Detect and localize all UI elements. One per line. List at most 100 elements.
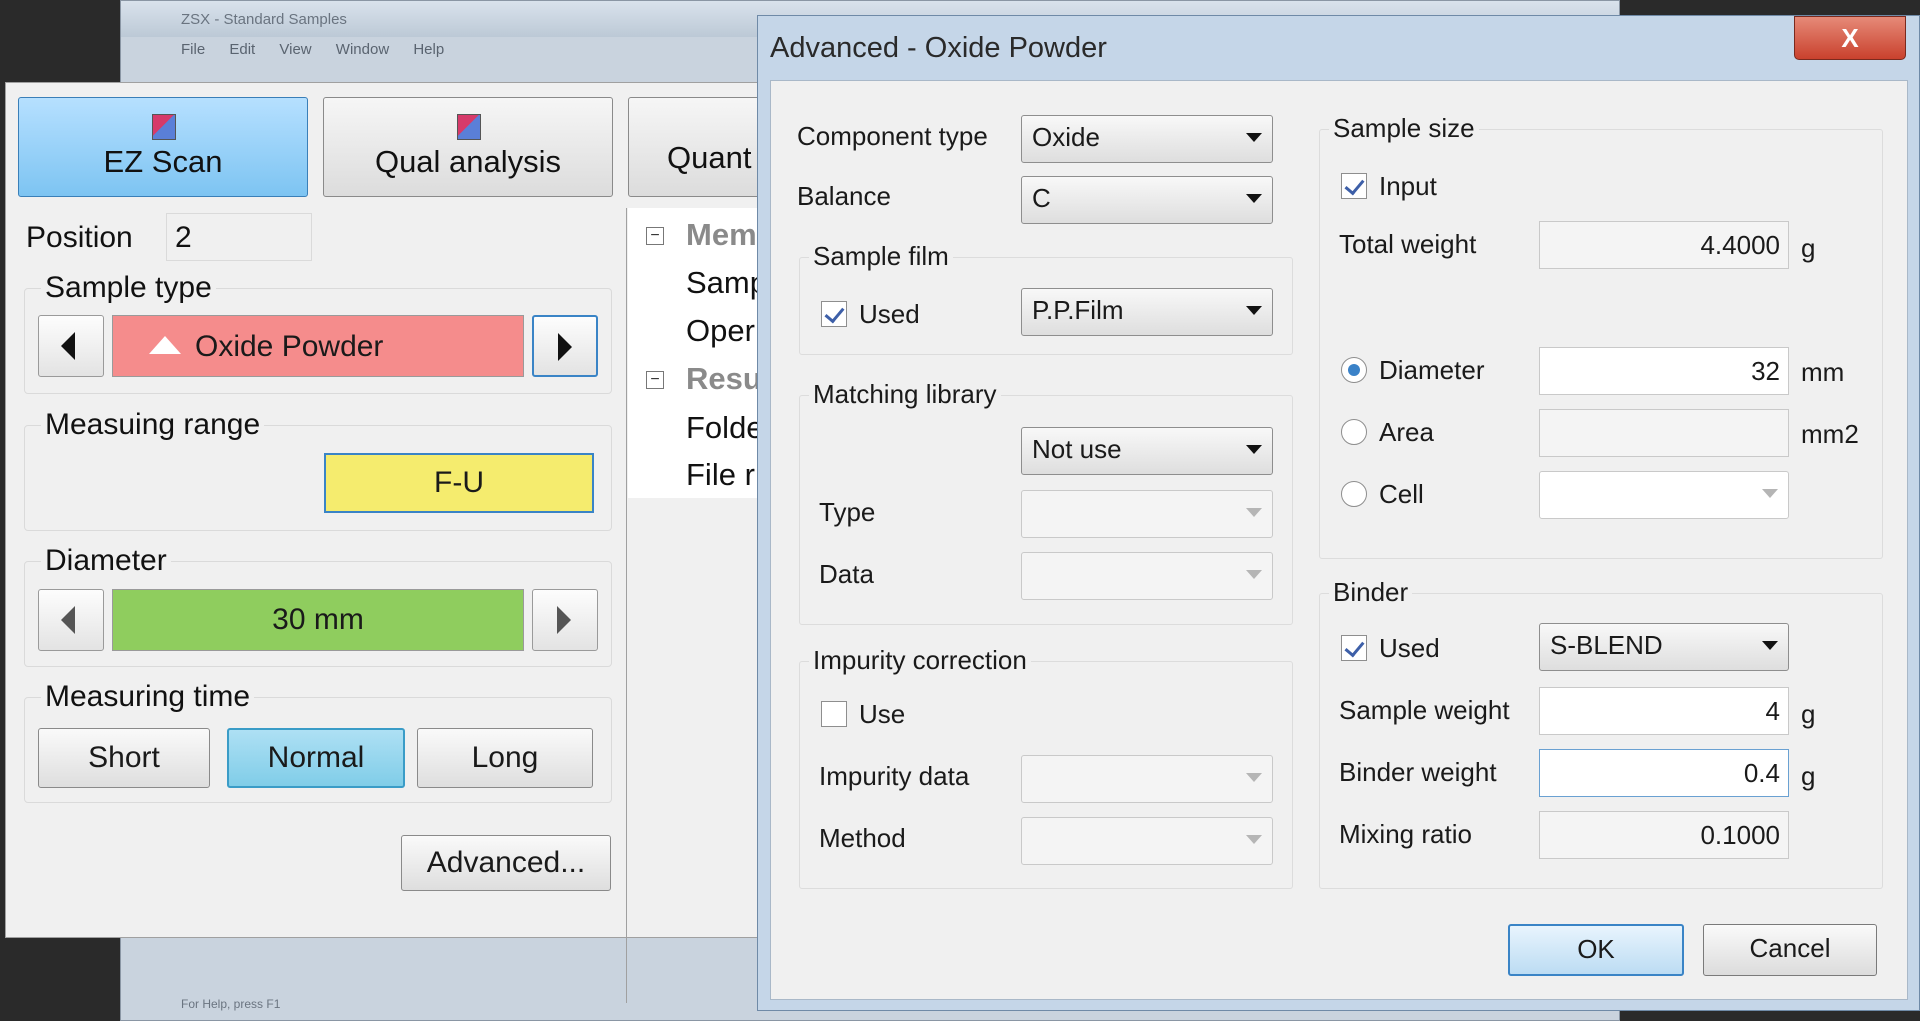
sample-weight-label: Sample weight bbox=[1339, 695, 1510, 725]
balance-value: C bbox=[1032, 183, 1051, 213]
matching-library-value: Not use bbox=[1032, 434, 1122, 464]
ok-button[interactable]: OK bbox=[1508, 924, 1684, 976]
diameter-prev-button[interactable] bbox=[38, 589, 104, 651]
mixing-ratio-value: 0.1000 bbox=[1700, 820, 1780, 850]
type-select[interactable] bbox=[1021, 490, 1273, 538]
time-long-button[interactable]: Long bbox=[417, 728, 593, 788]
close-icon: X bbox=[1841, 23, 1859, 53]
arrow-right-icon bbox=[558, 333, 572, 361]
checkmark-icon bbox=[1344, 636, 1365, 658]
arrow-left-icon bbox=[61, 332, 75, 360]
cancel-button[interactable]: Cancel bbox=[1703, 924, 1877, 976]
cell-radio-label: Cell bbox=[1379, 479, 1424, 509]
diameter-value[interactable]: 30 mm bbox=[112, 589, 524, 651]
total-weight-value: 4.4000 bbox=[1700, 230, 1780, 260]
sample-weight-value: 4 bbox=[1765, 696, 1780, 726]
background-window-title: ZSX - Standard Samples bbox=[181, 11, 347, 28]
diameter-radio-label: Diameter bbox=[1379, 355, 1485, 385]
measuring-range-value[interactable]: F-U bbox=[324, 453, 594, 513]
impurity-data-select[interactable] bbox=[1021, 755, 1273, 803]
menu-help[interactable]: Help bbox=[413, 41, 444, 58]
chevron-down-icon bbox=[1762, 641, 1778, 650]
component-type-value: Oxide bbox=[1032, 122, 1100, 152]
tab-ez-scan[interactable]: EZ Scan bbox=[18, 97, 308, 197]
diameter-unit: mm bbox=[1801, 357, 1845, 387]
tree-section-result[interactable]: Resu bbox=[686, 361, 762, 397]
menu-view[interactable]: View bbox=[279, 41, 311, 58]
mixing-ratio-label: Mixing ratio bbox=[1339, 819, 1472, 849]
binder-select[interactable]: S-BLEND bbox=[1539, 623, 1789, 671]
matching-library-select[interactable]: Not use bbox=[1021, 427, 1273, 475]
ez-scan-icon bbox=[148, 112, 178, 140]
chevron-down-icon bbox=[1246, 445, 1262, 454]
matching-library-title: Matching library bbox=[809, 379, 1001, 410]
tree-item-sample[interactable]: Samp bbox=[686, 265, 767, 301]
total-weight-unit: g bbox=[1801, 233, 1816, 263]
sample-type-value-bar[interactable]: Oxide Powder bbox=[112, 315, 524, 377]
sample-film-used-label: Used bbox=[859, 299, 920, 329]
balance-select[interactable]: C bbox=[1021, 176, 1273, 224]
binder-used-checkbox[interactable] bbox=[1341, 635, 1367, 661]
impurity-use-checkbox[interactable] bbox=[821, 701, 847, 727]
chevron-down-icon bbox=[1246, 133, 1262, 142]
binder-used-label: Used bbox=[1379, 633, 1440, 663]
arrow-right-icon bbox=[557, 606, 571, 634]
menu-edit[interactable]: Edit bbox=[229, 41, 255, 58]
component-type-label: Component type bbox=[797, 121, 988, 151]
checkmark-icon bbox=[824, 302, 845, 324]
chevron-down-icon bbox=[1762, 489, 1778, 498]
sample-type-label: Sample type bbox=[41, 271, 216, 305]
data-label: Data bbox=[819, 559, 874, 589]
component-type-select[interactable]: Oxide bbox=[1021, 115, 1273, 163]
tree-section-member[interactable]: Mem bbox=[686, 217, 757, 253]
time-normal-button[interactable]: Normal bbox=[227, 728, 405, 788]
sample-type-next-button[interactable] bbox=[532, 315, 598, 377]
area-field[interactable] bbox=[1539, 409, 1789, 457]
area-radio-label: Area bbox=[1379, 417, 1434, 447]
area-unit: mm2 bbox=[1801, 419, 1859, 449]
method-select[interactable] bbox=[1021, 817, 1273, 865]
tree-item-operator[interactable]: Oper bbox=[686, 313, 755, 349]
checkmark-icon bbox=[1344, 174, 1365, 196]
total-weight-label: Total weight bbox=[1339, 229, 1477, 259]
menu-file[interactable]: File bbox=[181, 41, 205, 58]
tree-item-folder[interactable]: Folde bbox=[686, 410, 764, 446]
time-short-button[interactable]: Short bbox=[38, 728, 210, 788]
position-field[interactable]: 2 bbox=[166, 213, 312, 261]
sample-film-used-checkbox[interactable] bbox=[821, 301, 847, 327]
chevron-down-icon bbox=[1246, 773, 1262, 782]
area-radio[interactable] bbox=[1341, 419, 1367, 445]
data-select[interactable] bbox=[1021, 552, 1273, 600]
sample-weight-field[interactable]: 4 bbox=[1539, 687, 1789, 735]
menu-window[interactable]: Window bbox=[336, 41, 389, 58]
mixing-ratio-field: 0.1000 bbox=[1539, 811, 1789, 859]
diameter-field-value: 32 bbox=[1751, 356, 1780, 386]
sample-type-prev-button[interactable] bbox=[38, 315, 104, 377]
sample-film-select[interactable]: P.P.Film bbox=[1021, 288, 1273, 336]
sample-type-value: Oxide Powder bbox=[195, 330, 384, 363]
sample-size-input-checkbox[interactable] bbox=[1341, 173, 1367, 199]
diameter-radio[interactable] bbox=[1341, 357, 1367, 383]
qual-analysis-icon bbox=[453, 112, 483, 140]
binder-weight-unit: g bbox=[1801, 761, 1816, 791]
collapse-icon[interactable]: − bbox=[646, 227, 664, 245]
position-value: 2 bbox=[175, 221, 192, 254]
binder-value: S-BLEND bbox=[1550, 630, 1663, 660]
chevron-down-icon bbox=[1246, 570, 1262, 579]
close-button[interactable]: X bbox=[1794, 16, 1906, 60]
cell-select[interactable] bbox=[1539, 471, 1789, 519]
binder-title: Binder bbox=[1329, 577, 1413, 608]
tab-ez-scan-label: EZ Scan bbox=[103, 144, 223, 179]
tab-qual-analysis[interactable]: Qual analysis bbox=[323, 97, 613, 197]
chevron-down-icon bbox=[1246, 306, 1262, 315]
diameter-field[interactable]: 32 bbox=[1539, 347, 1789, 395]
binder-weight-field[interactable]: 0.4 bbox=[1539, 749, 1789, 797]
diameter-next-button[interactable] bbox=[532, 589, 598, 651]
sample-size-title: Sample size bbox=[1329, 113, 1479, 144]
advanced-button[interactable]: Advanced... bbox=[401, 835, 611, 891]
cell-radio[interactable] bbox=[1341, 481, 1367, 507]
collapse-icon[interactable]: − bbox=[646, 371, 664, 389]
tree-item-file[interactable]: File r bbox=[686, 457, 755, 493]
advanced-dialog: Advanced - Oxide Powder X Component type… bbox=[757, 15, 1920, 1011]
measuring-time-label: Measuring time bbox=[41, 680, 255, 714]
